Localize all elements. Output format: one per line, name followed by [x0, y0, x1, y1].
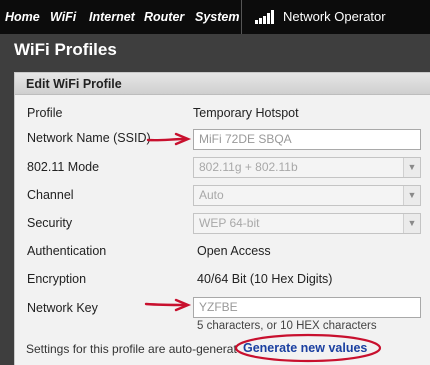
network-key-hint: 5 characters, or 10 HEX characters	[197, 320, 377, 332]
nav-internet[interactable]: Internet	[89, 0, 135, 34]
operator-status: Network Operator HSDPA	[283, 0, 430, 58]
nav-home[interactable]: Home	[5, 0, 40, 34]
security-label: Security	[27, 216, 73, 230]
mode-label: 802.11 Mode	[27, 160, 100, 174]
signal-strength-icon	[255, 10, 277, 24]
mode-select[interactable]: 802.11g + 802.11b ▼	[193, 157, 421, 178]
security-select-value: WEP 64-bit	[199, 216, 260, 230]
ssid-label: Network Name (SSID)	[27, 131, 151, 145]
panel-title: Edit WiFi Profile	[15, 73, 430, 95]
channel-select[interactable]: Auto ▼	[193, 185, 421, 206]
chevron-down-icon: ▼	[403, 186, 420, 205]
chevron-down-icon: ▼	[403, 214, 420, 233]
security-select[interactable]: WEP 64-bit ▼	[193, 213, 421, 234]
chevron-down-icon: ▼	[403, 158, 420, 177]
encryption-value: 40/64 Bit (10 Hex Digits)	[197, 272, 333, 286]
network-key-label: Network Key	[27, 301, 98, 315]
operator-name: Network Operator	[283, 9, 386, 24]
authentication-label: Authentication	[27, 244, 107, 258]
nav-system[interactable]: System	[195, 0, 239, 34]
profile-label: Profile	[27, 106, 63, 120]
nav-divider	[241, 0, 242, 34]
channel-label: Channel	[27, 188, 74, 202]
encryption-label: Encryption	[27, 272, 87, 286]
ssid-input[interactable]: MiFi 72DE SBQA	[193, 129, 421, 150]
generate-new-values-link[interactable]: Generate new values	[243, 341, 367, 355]
mode-select-value: 802.11g + 802.11b	[199, 160, 298, 174]
auto-generated-note: Settings for this profile are auto-gener…	[26, 342, 237, 356]
nav-wifi[interactable]: WiFi	[50, 0, 76, 34]
profile-value: Temporary Hotspot	[193, 106, 299, 120]
authentication-value: Open Access	[197, 244, 271, 258]
top-nav-bar: Home WiFi Internet Router System Network…	[0, 0, 430, 58]
network-key-input[interactable]: YZFBE	[193, 297, 421, 318]
nav-router[interactable]: Router	[144, 0, 184, 34]
page-title: WiFi Profiles	[14, 40, 117, 59]
channel-select-value: Auto	[199, 188, 224, 202]
